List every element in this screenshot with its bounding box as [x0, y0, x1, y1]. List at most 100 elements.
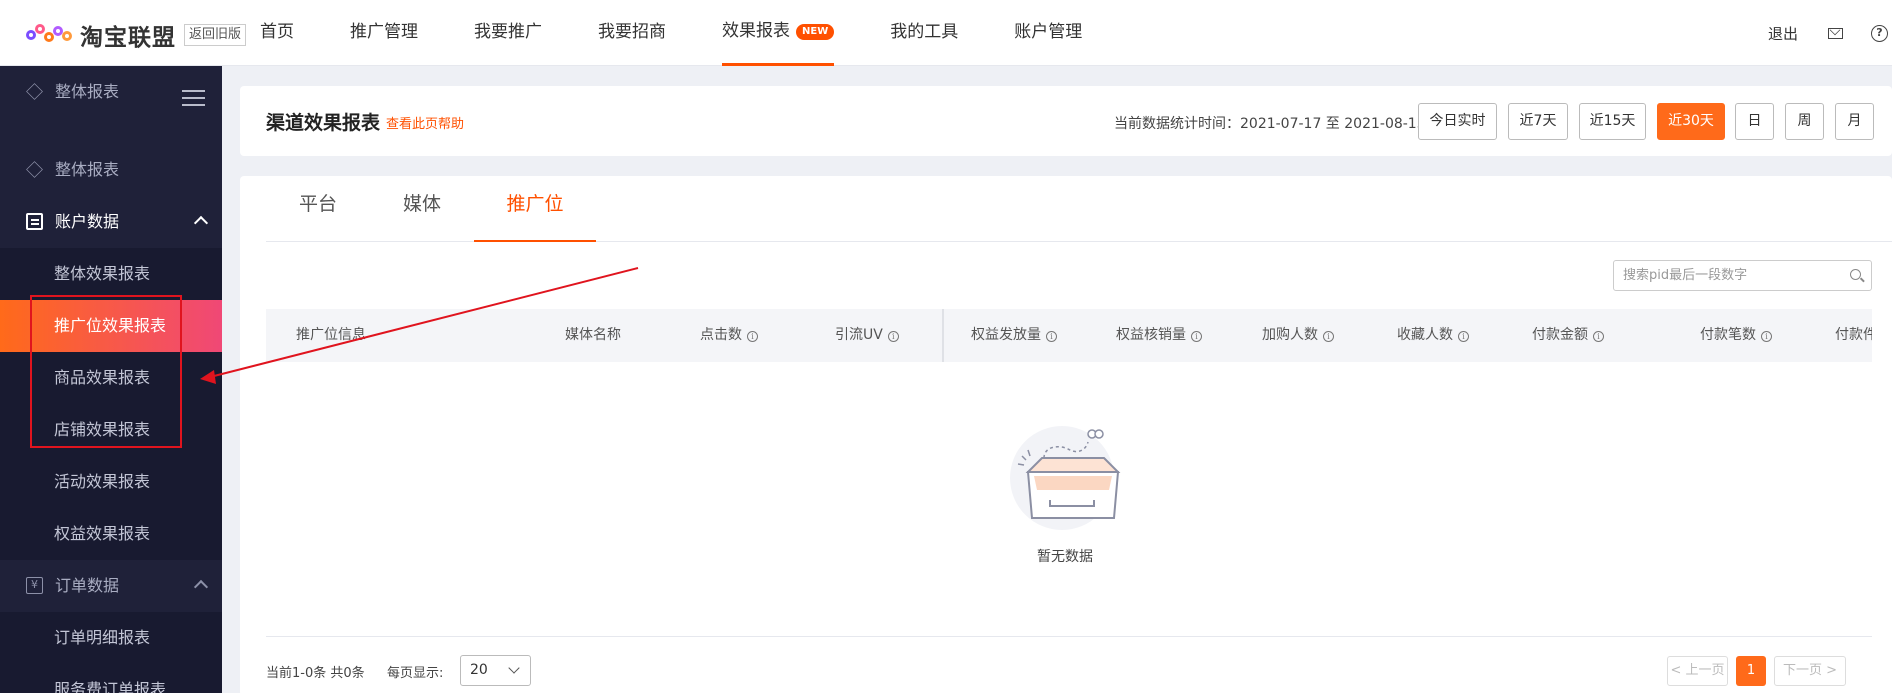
sidebar-group-label: 订单数据 [55, 576, 120, 595]
info-icon[interactable]: i [1593, 331, 1604, 342]
range-30d-button[interactable]: 近30天 [1657, 103, 1725, 140]
back-to-old-version-link[interactable]: 返回旧版 [184, 24, 247, 46]
search-icon[interactable] [1850, 269, 1861, 280]
column-label: 权益发放量 [971, 327, 1041, 343]
nav-my-tools[interactable]: 我的工具 [890, 0, 958, 66]
footer-divider [266, 636, 1872, 637]
chevron-down-icon [508, 662, 520, 674]
nav-reports[interactable]: 效果报表 NEW [722, 0, 835, 66]
column-label: 权益核销量 [1116, 327, 1186, 343]
column-label: 引流UV [835, 327, 883, 343]
column-label: 媒体名称 [565, 327, 621, 343]
pid-search-input[interactable] [1614, 261, 1834, 290]
sidebar-item-service-fee-order[interactable]: 服务费订单报表 [0, 664, 222, 693]
table-header: 推广位信息 媒体名称 点击数 i 引流UV i 权益发放量 i 权益核销量 i 加购人数… [266, 309, 1872, 362]
column-label: 收藏人数 [1397, 327, 1453, 343]
pagination-info: 当前1-0条 共0条 [266, 666, 365, 681]
column-divider[interactable] [942, 309, 944, 362]
nav-home[interactable]: 首页 [260, 0, 294, 66]
order-icon: ¥ [26, 577, 43, 594]
sidebar-item-order-detail[interactable]: 订单明细报表 [0, 612, 222, 664]
column-pay-amount: 付款金额 i [1532, 309, 1604, 362]
logo[interactable]: 淘宝联盟 返回旧版 [26, 18, 247, 52]
sidebar-item-overall-effect[interactable]: 整体效果报表 [0, 248, 222, 300]
top-bar: 淘宝联盟 返回旧版 首页 推广管理 我要推广 我要招商 效果报表 NEW 我的工具… [0, 0, 1892, 66]
column-fav-users: 收藏人数 i [1397, 309, 1469, 362]
tab-platform[interactable]: 平台 [266, 176, 370, 242]
column-rights-redeemed: 权益核销量 i [1116, 309, 1202, 362]
column-label: 付款件数 [1835, 327, 1872, 343]
info-icon[interactable]: i [887, 331, 899, 342]
top-right-actions: 退出 ? [1768, 0, 1892, 66]
column-pay-orders: 付款笔数 i [1700, 309, 1772, 362]
column-label: 付款笔数 [1700, 327, 1756, 343]
range-day-button[interactable]: 日 [1735, 103, 1774, 140]
sidebar-item-overall[interactable]: 整体报表 [0, 144, 222, 196]
logout-link[interactable]: 退出 [1768, 23, 1798, 44]
prev-page-button[interactable]: < 上一页 [1667, 656, 1728, 686]
info-icon[interactable]: i [1458, 331, 1469, 342]
info-icon[interactable]: i [1046, 331, 1057, 342]
range-7d-button[interactable]: 近7天 [1508, 103, 1568, 140]
page-help-link[interactable]: 查看此页帮助 [386, 113, 464, 132]
pid-search [1613, 260, 1872, 291]
sidebar-item-rights-effect[interactable]: 权益效果报表 [0, 508, 222, 560]
new-badge: NEW [796, 24, 835, 40]
report-header: 渠道效果报表 查看此页帮助 当前数据统计时间：2021-07-17 至 2021… [240, 86, 1892, 156]
logo-text: 淘宝联盟 [80, 25, 176, 51]
tab-bar: 平台 媒体 推广位 [266, 176, 1892, 242]
empty-box-icon [1010, 426, 1121, 530]
column-label: 点击数 [700, 327, 742, 343]
report-icon [26, 213, 43, 230]
per-page-select[interactable]: 20 [460, 655, 531, 686]
tab-media[interactable]: 媒体 [370, 176, 474, 242]
per-page-value: 20 [470, 662, 488, 678]
logo-mark-icon [26, 22, 72, 48]
next-page-button[interactable]: 下一页 > [1774, 656, 1846, 686]
nav-promotion-management[interactable]: 推广管理 [350, 0, 418, 66]
tab-adzone[interactable]: 推广位 [474, 176, 596, 242]
page-title: 渠道效果报表 [266, 112, 381, 134]
range-week-button[interactable]: 周 [1785, 103, 1824, 140]
nav-recruit[interactable]: 我要招商 [598, 0, 666, 66]
sidebar-group-account-data[interactable]: 账户数据 [0, 196, 222, 248]
sidebar-item-label: 活动效果报表 [54, 472, 151, 491]
top-nav: 首页 推广管理 我要推广 我要招商 效果报表 NEW 我的工具 账户管理 [260, 0, 1138, 66]
nav-label: 首页 [260, 22, 294, 42]
range-month-button[interactable]: 月 [1835, 103, 1874, 140]
nav-label: 我要推广 [474, 22, 542, 42]
sidebar-item-label: 整体效果报表 [54, 264, 151, 283]
stat-time: 当前数据统计时间：2021-07-17 至 2021-08-15 [1114, 116, 1426, 132]
column-rights-issued: 权益发放量 i [971, 309, 1057, 362]
sidebar-item-activity-effect[interactable]: 活动效果报表 [0, 456, 222, 508]
info-icon[interactable]: i [1761, 331, 1772, 342]
column-label: 加购人数 [1262, 327, 1318, 343]
nav-promote[interactable]: 我要推广 [474, 0, 542, 66]
column-uv: 引流UV i [835, 309, 899, 362]
page-1-button[interactable]: 1 [1736, 656, 1766, 686]
info-icon[interactable]: i [747, 331, 758, 342]
info-icon[interactable]: i [1191, 331, 1202, 342]
sidebar-item-label: 服务费订单报表 [54, 680, 167, 693]
nav-label: 我的工具 [890, 22, 959, 42]
sidebar-group-label: 账户数据 [55, 212, 120, 231]
range-15d-button[interactable]: 近15天 [1579, 103, 1646, 140]
sidebar-item-label: 整体报表 [55, 160, 120, 179]
nav-account-management[interactable]: 账户管理 [1014, 0, 1082, 66]
chevron-up-icon [193, 579, 209, 595]
column-label: 付款金额 [1532, 327, 1588, 343]
help-icon[interactable]: ? [1871, 24, 1888, 42]
layers-icon [26, 161, 43, 178]
per-page-label: 每页显示: [387, 666, 444, 681]
nav-label: 效果报表 [722, 21, 790, 41]
column-pay-items: 付款件数 [1835, 309, 1872, 362]
info-icon[interactable]: i [1323, 331, 1334, 342]
sidebar-group-order-data[interactable]: ¥ 订单数据 [0, 560, 222, 612]
sidebar-item-label: 权益效果报表 [54, 524, 151, 543]
column-adzone-info: 推广位信息 [296, 309, 366, 362]
mail-icon[interactable] [1828, 27, 1843, 39]
empty-state: 暂无数据 [1000, 416, 1130, 565]
range-today-button[interactable]: 今日实时 [1418, 103, 1497, 140]
report-body: 平台 媒体 推广位 推广位信息 媒体名称 点击数 i 引流UV i 权益发放量 i 权… [240, 176, 1892, 693]
column-label: 推广位信息 [296, 327, 366, 343]
